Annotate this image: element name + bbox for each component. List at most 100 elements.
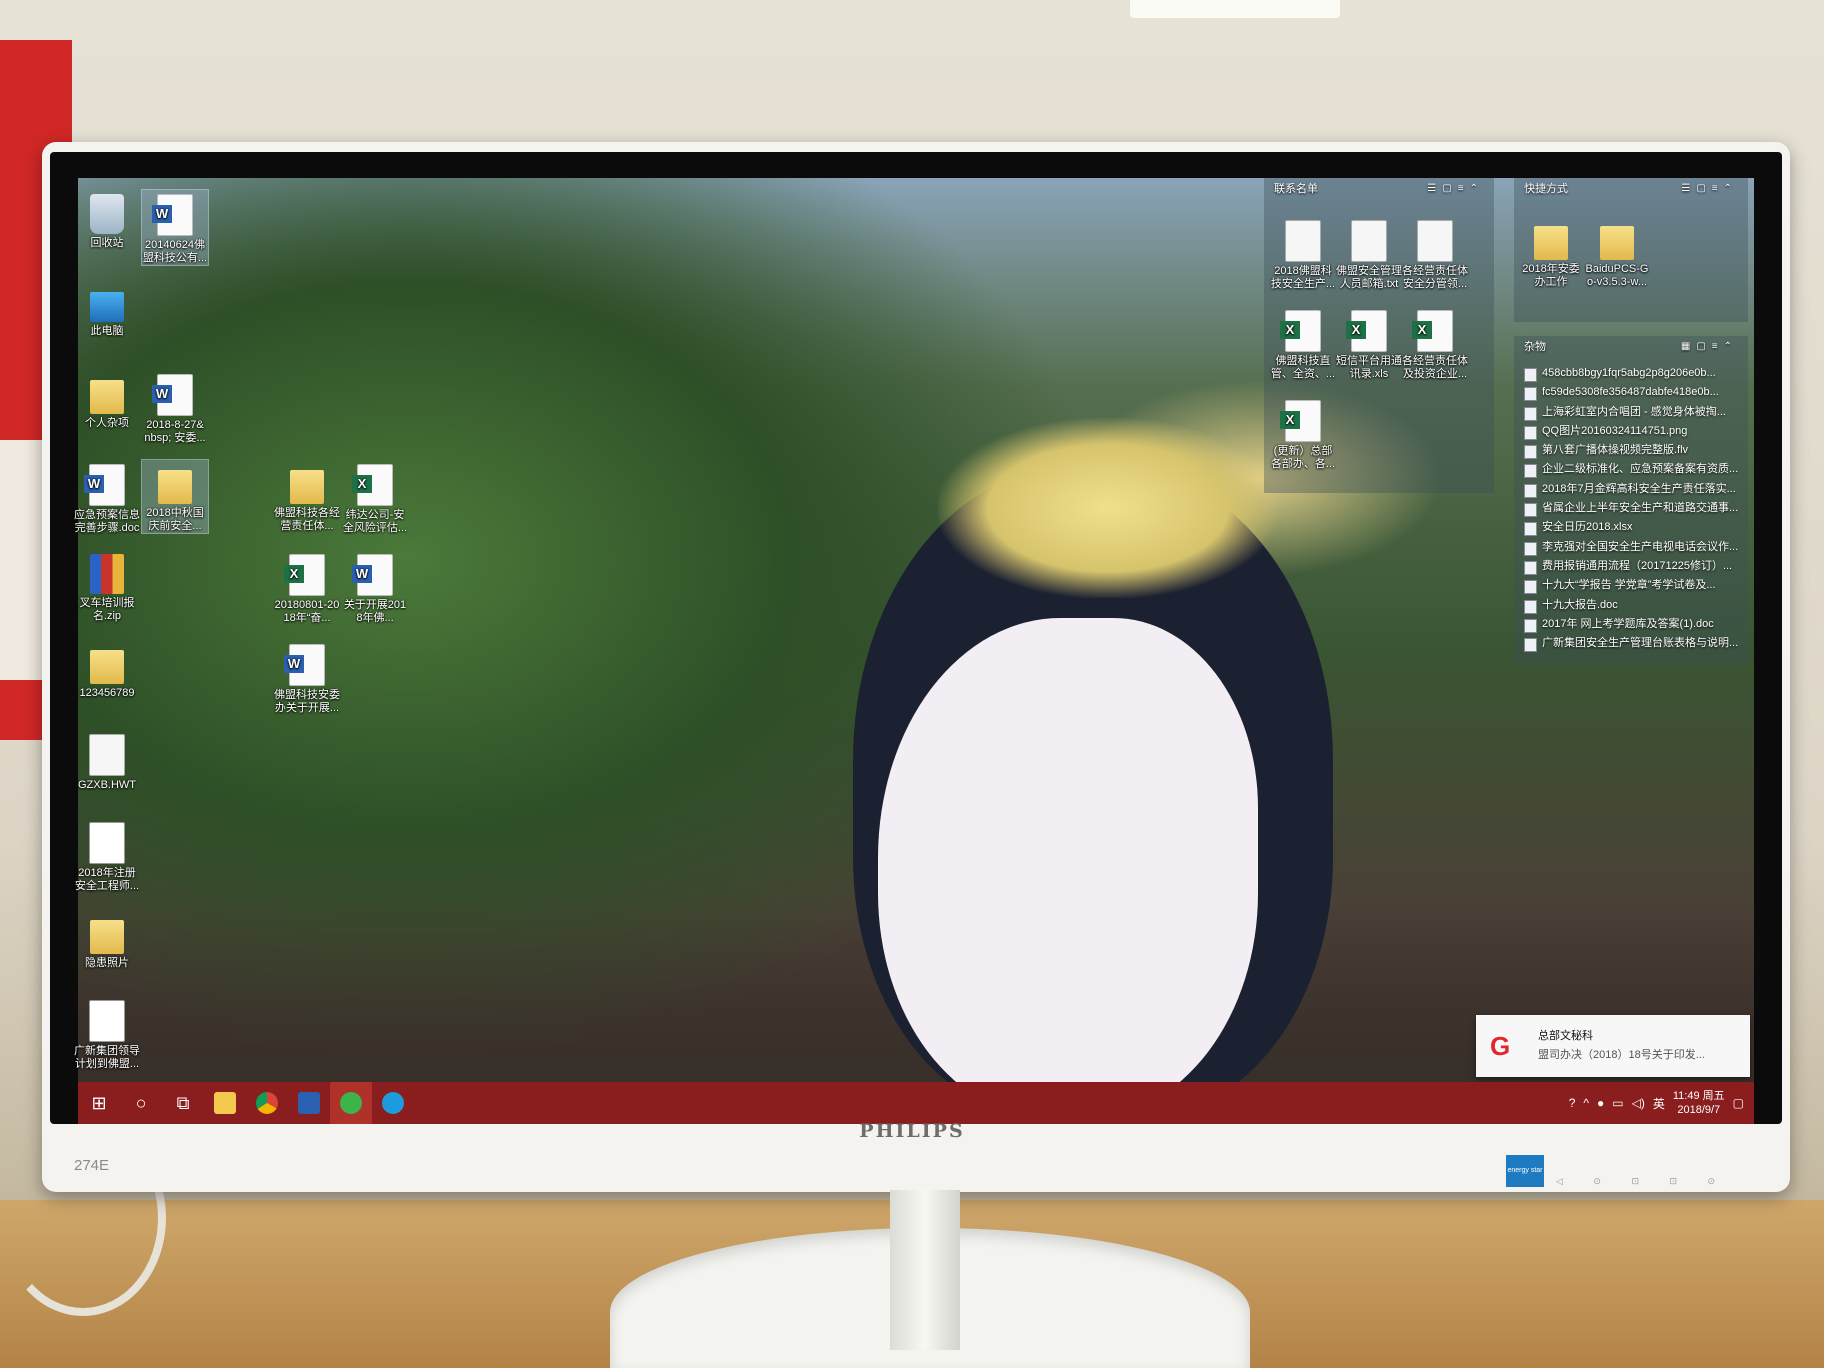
clock-time: 11:49 周五 [1672, 1090, 1725, 1102]
list-item[interactable]: 2017年 网上考学题库及答案(1).doc [1520, 615, 1742, 634]
list-item[interactable]: 十九大报告.doc [1520, 596, 1742, 615]
windows-start-icon[interactable]: ⊞ [78, 1082, 120, 1124]
list-item[interactable]: 费用报销通用流程（20171225修订）... [1520, 557, 1742, 576]
desktop-icon-gx-plan[interactable]: 广新集团领导计划到佛盟... [74, 996, 140, 1071]
fence-controls-icon[interactable]: ☰▢≡⌃ [1427, 178, 1484, 200]
desktop-icon-folder-123456789[interactable]: 123456789 [74, 640, 140, 700]
word-doc-icon [284, 644, 325, 686]
bin-icon [90, 194, 124, 234]
fence-item[interactable]: BaiduPCS-Go-v3.5.3-w... [1584, 216, 1650, 289]
folder-icon [90, 650, 124, 684]
word-doc-icon [152, 374, 193, 416]
list-item[interactable]: 广新集团安全生产管理台账表格与说明... [1520, 634, 1742, 653]
fence-item[interactable]: 佛盟科技直管、全资、... [1270, 306, 1336, 381]
desktop-icon-emergency-doc[interactable]: 应急预案信息完善步骤.doc [74, 460, 140, 535]
list-item[interactable]: 第八套广播体操视频完整版.flv [1520, 441, 1742, 460]
excel-icon [1280, 310, 1321, 352]
file-icon [1417, 220, 1453, 262]
folder-icon [90, 380, 124, 414]
list-item[interactable]: 李克强对全国安全生产电视电话会议作... [1520, 538, 1742, 557]
fence-item[interactable]: 2018年安委办工作 [1518, 216, 1584, 289]
list-item[interactable]: 安全日历2018.xlsx [1520, 518, 1742, 537]
zip-icon [90, 554, 124, 594]
folder-icon [1534, 226, 1568, 260]
monitor-buttons[interactable]: ◁ ⊙ ⊡ ⊡ ⊙ [1556, 1176, 1729, 1187]
desktop-icon-weida-risk[interactable]: 纬达公司-安全风险评估... [342, 460, 408, 535]
notification-toast[interactable]: G 总部文秘科 盟司办决（2018）18号关于印发... [1476, 1015, 1750, 1077]
excel-icon [1346, 310, 1387, 352]
fence-item[interactable]: (更新）总部各部办、各... [1270, 396, 1336, 471]
list-item[interactable]: fc59de5308fe356487dabfe418e0b... [1520, 383, 1742, 402]
help-icon[interactable]: ? [1569, 1096, 1576, 1110]
scan-icon [89, 1000, 125, 1042]
clock[interactable]: 11:49 周五 2018/9/7 [1673, 1089, 1725, 1117]
desktop-icon-recycle-bin[interactable]: 回收站 [74, 190, 140, 250]
excel-icon [1280, 400, 1321, 442]
folder-icon [90, 920, 124, 954]
desktop-icon-mid-autumn[interactable]: 2018中秋国庆前安全... [141, 459, 209, 534]
desktop-icon-fomeng-ops[interactable]: 佛盟科技各经营责任体... [274, 460, 340, 533]
wallpaper-penguin-belly [878, 618, 1258, 1118]
list-item[interactable]: 企业二级标准化、应急预案备案有资质... [1520, 460, 1742, 479]
excel-icon [284, 554, 325, 596]
excel-icon [352, 464, 393, 506]
notification-title: 总部文秘科 [1538, 1030, 1593, 1042]
fence-controls-icon[interactable]: ☰▢≡⌃ [1681, 178, 1738, 200]
list-item[interactable]: 省属企业上半年安全生产和道路交通事... [1520, 499, 1742, 518]
desktop-icon-doc-2018-8-27[interactable]: 2018-8-27& nbsp; 安委... [142, 370, 208, 445]
system-tray: ? ^ ● ▭ ◁) 英 11:49 周五 2018/9/7 ▢ [1569, 1089, 1754, 1117]
excel-icon [1412, 310, 1453, 352]
desktop-icon-about-open[interactable]: 关于开展2018年佛... [342, 550, 408, 625]
tray-app-icon[interactable]: ● [1597, 1096, 1604, 1110]
fence-item[interactable]: 各经营责任体及投资企业... [1402, 306, 1468, 381]
desktop-icon-personal[interactable]: 个人杂项 [74, 370, 140, 430]
file-icon [1351, 220, 1387, 262]
browser-icon[interactable] [372, 1082, 414, 1124]
fence-misc-list: 458cbb8bgy1fqr5abg2p8g206e0b... fc59de53… [1514, 358, 1748, 659]
desktop-icon-doc-20140624[interactable]: 20140624佛盟科技公有... [141, 189, 209, 266]
notification-body: 盟司办决（2018）18号关于印发... [1538, 1049, 1705, 1061]
fence-misc: 杂物 ▦▢≡⌃ 458cbb8bgy1fqr5abg2p8g206e0b... … [1514, 336, 1748, 664]
desktop-icon-xls-20180801[interactable]: 20180801-2018年“奋... [274, 550, 340, 625]
list-item[interactable]: 十九大“学报告 学党章”考学试卷及... [1520, 576, 1742, 595]
desktop-icon-hazard-photos[interactable]: 隐患照片 [74, 910, 140, 970]
desktop-icon-gzxb[interactable]: GZXB.HWT [74, 730, 140, 792]
desktop-icon-fomeng-safety[interactable]: 佛盟科技安委办关于开展... [274, 640, 340, 715]
ime-indicator[interactable]: 英 [1653, 1095, 1665, 1112]
wechat-icon[interactable] [330, 1082, 372, 1124]
monitor-stand-neck [890, 1190, 960, 1350]
desktop-icon-train-zip[interactable]: 叉车培训报名.zip [74, 550, 140, 623]
fence-item[interactable]: 2018佛盟科技安全生产... [1270, 216, 1336, 291]
list-item[interactable]: 上海彩虹室内合唱团 - 感觉身体被掏... [1520, 403, 1742, 422]
chrome-icon[interactable] [246, 1082, 288, 1124]
word-icon[interactable] [288, 1082, 330, 1124]
list-item[interactable]: QQ图片20160324114751.png [1520, 422, 1742, 441]
fence-item[interactable]: 佛盟安全管理人员邮箱.txt [1336, 216, 1402, 291]
fence-item[interactable]: 短信平台用通讯录.xls [1336, 306, 1402, 381]
file-icon [1285, 220, 1321, 262]
network-icon[interactable]: ▭ [1612, 1096, 1623, 1110]
search-icon[interactable]: ○ [120, 1082, 162, 1124]
word-doc-icon [352, 554, 393, 596]
desktop-icon-reg-safety[interactable]: 2018年注册安全工程师... [74, 818, 140, 893]
wallpaper-penguin-crest [938, 418, 1278, 598]
action-center-icon[interactable]: ▢ [1733, 1096, 1744, 1110]
energy-star-icon: energy star [1506, 1155, 1544, 1187]
scan-icon [89, 822, 125, 864]
word-doc-icon [152, 194, 193, 236]
list-item[interactable]: 2018年7月金辉高科安全生产责任落实... [1520, 480, 1742, 499]
task-view-icon[interactable]: ⧉ [162, 1082, 204, 1124]
volume-icon[interactable]: ◁) [1632, 1096, 1645, 1110]
fence-misc-title: 杂物 ▦▢≡⌃ [1514, 336, 1748, 358]
ceiling-light [1130, 0, 1340, 18]
chevron-up-icon[interactable]: ^ [1583, 1096, 1589, 1110]
fence-controls-icon[interactable]: ▦▢≡⌃ [1681, 336, 1738, 358]
computer-icon [90, 292, 124, 322]
fence-item[interactable]: 各经营责任体安全分管领... [1402, 216, 1468, 291]
desktop-icon-this-pc[interactable]: 此电脑 [74, 280, 140, 338]
clock-date: 2018/9/7 [1677, 1104, 1721, 1116]
file-explorer-icon[interactable] [204, 1082, 246, 1124]
list-item[interactable]: 458cbb8bgy1fqr5abg2p8g206e0b... [1520, 364, 1742, 383]
folder-icon [1600, 226, 1634, 260]
fence-contacts-title: 联系名单 ☰▢≡⌃ [1264, 178, 1494, 200]
